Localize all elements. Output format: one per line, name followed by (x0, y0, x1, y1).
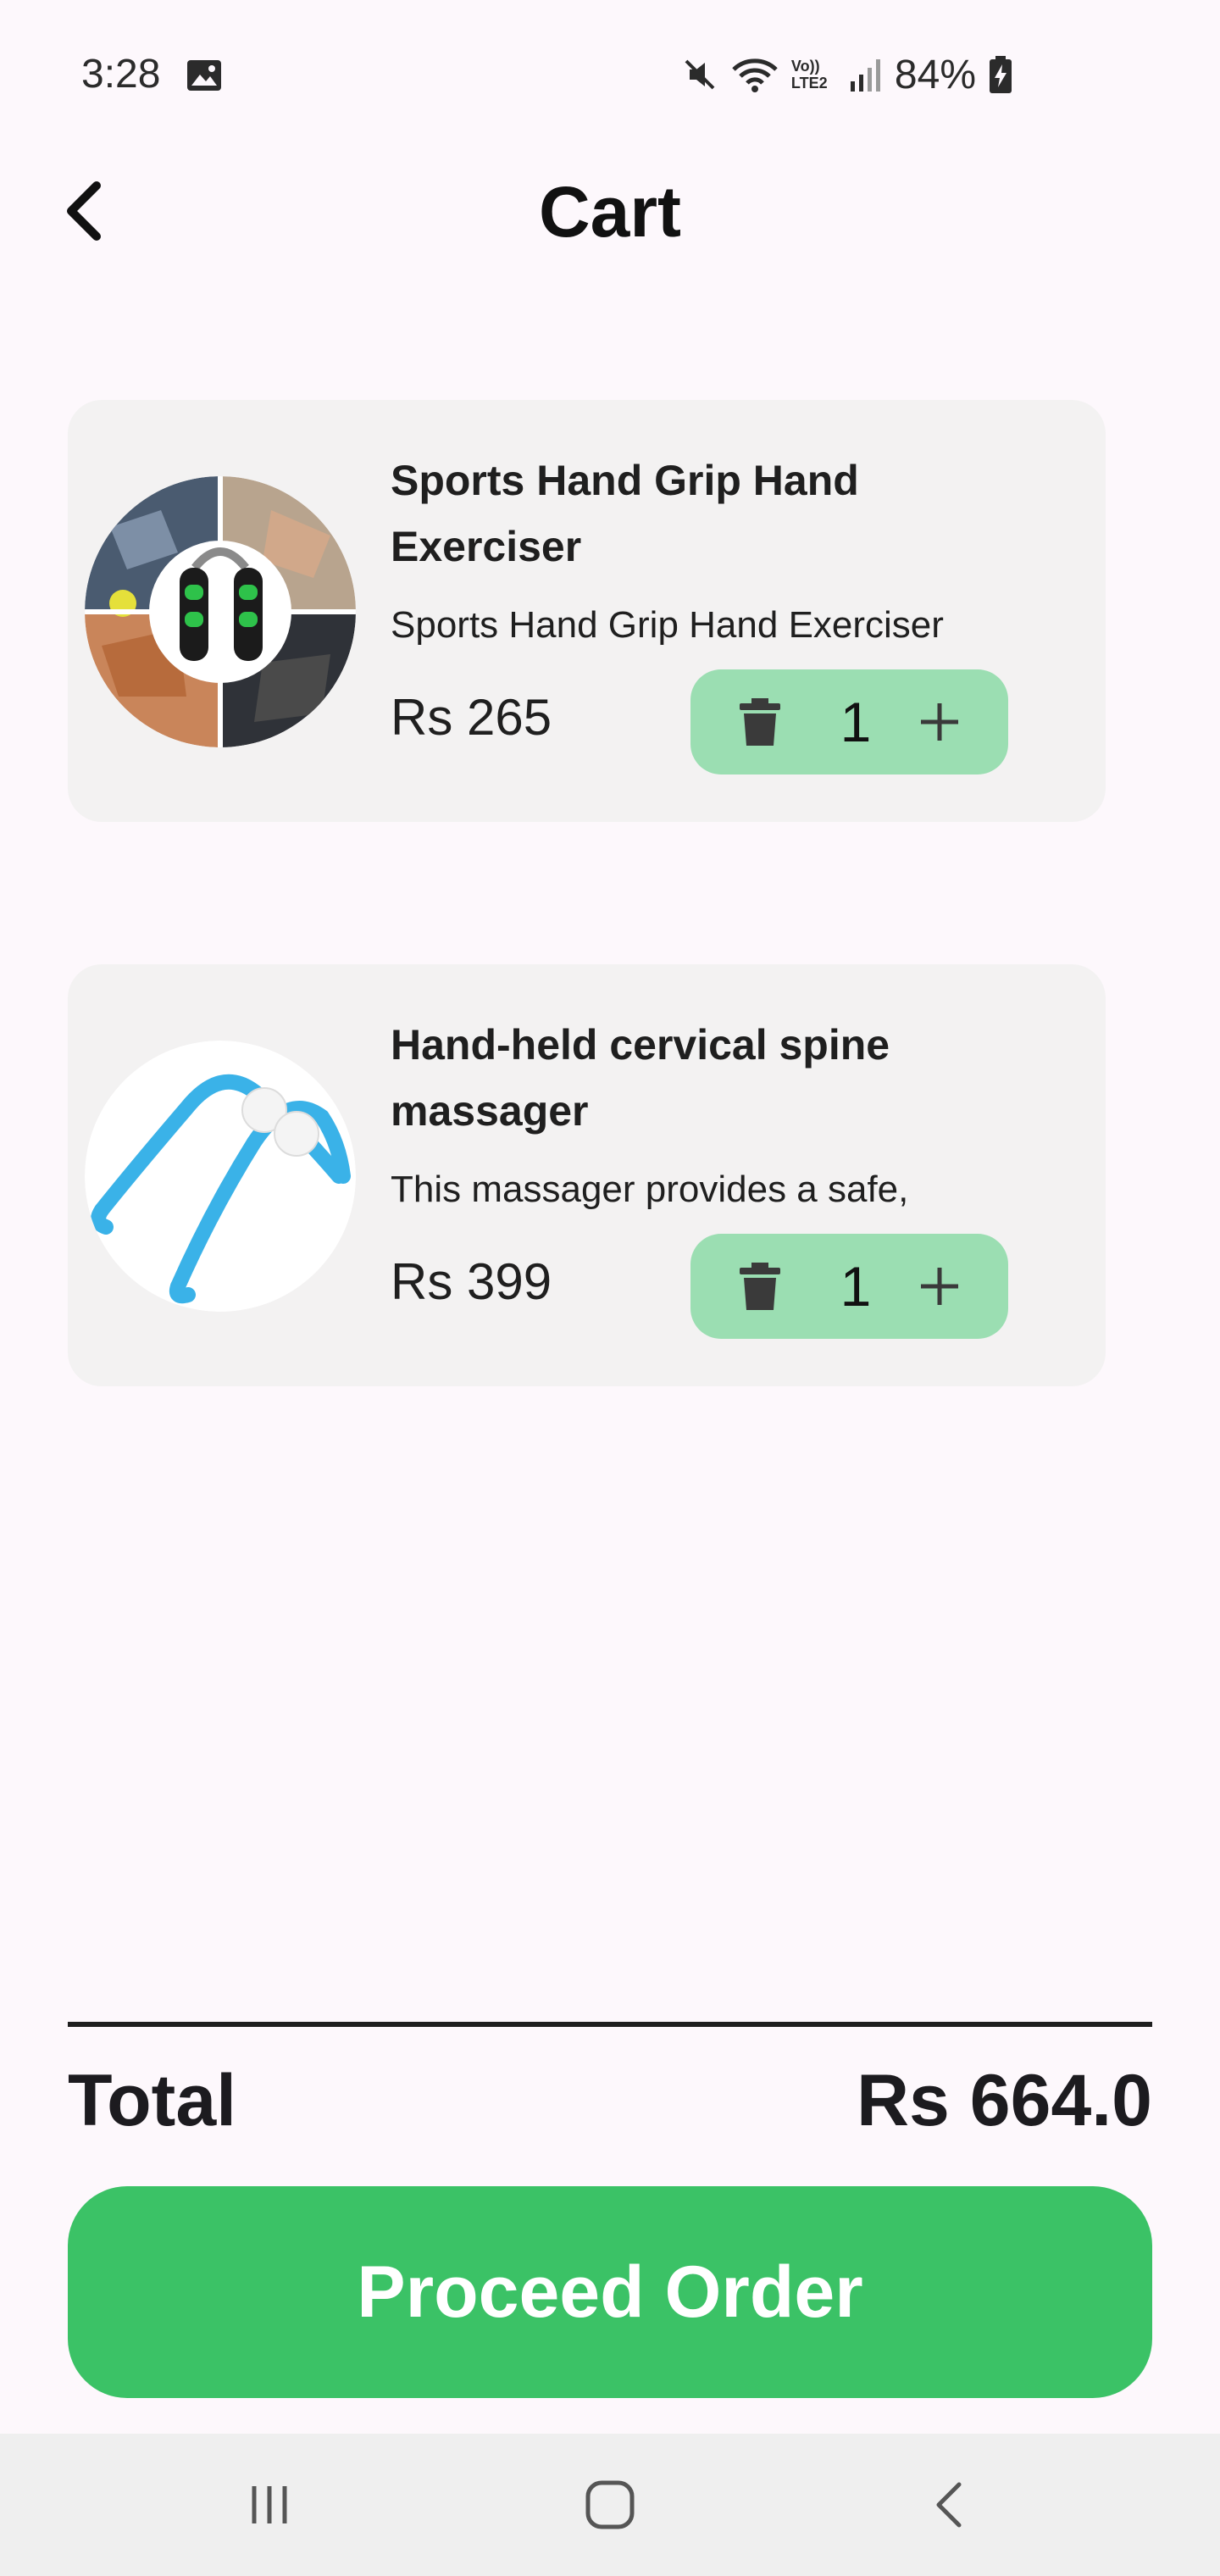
status-time: 3:28 (81, 52, 161, 97)
battery-percent: 84% (894, 52, 976, 97)
recents-icon (252, 2486, 287, 2523)
status-icons: Vo)) LTE2 84% (681, 49, 1013, 100)
home-button[interactable] (559, 2471, 661, 2539)
item-description: This massager provides a safe, (391, 1169, 909, 1210)
item-title: Sports Hand Grip Hand Exerciser (391, 457, 859, 570)
top-app-bar: Cart (0, 156, 1220, 266)
page-title: Cart (538, 172, 682, 252)
back-icon (936, 2482, 962, 2528)
volte-label: Vo)) LTE2 (790, 58, 828, 92)
cart-item-card: Hand-held cervical spine massager This m… (68, 964, 1106, 1386)
item-description: Sports Hand Grip Hand Exerciser (391, 604, 944, 646)
product-image (85, 476, 356, 747)
image-icon (187, 60, 221, 91)
quantity-value: 1 (840, 1255, 872, 1318)
wifi-icon (732, 58, 778, 92)
system-navigation-bar (0, 2434, 1220, 2576)
proceed-order-button[interactable]: Proceed Order (68, 2186, 1152, 2398)
cart-item-card: Sports Hand Grip Hand Exerciser Sports H… (68, 400, 1106, 822)
quantity-value: 1 (840, 691, 872, 753)
quantity-stepper: 1 (690, 669, 1008, 774)
trash-icon[interactable] (733, 695, 787, 749)
recents-button[interactable] (219, 2471, 320, 2539)
item-price: Rs 265 (391, 689, 552, 746)
cervical-massager-image (85, 1041, 356, 1312)
home-icon (585, 2480, 635, 2529)
quantity-stepper: 1 (690, 1234, 1008, 1339)
plus-icon[interactable] (912, 1259, 967, 1313)
signal-icon (850, 59, 880, 92)
mute-icon (685, 59, 715, 90)
total-value: Rs 664.0 (856, 2060, 1152, 2141)
plus-icon[interactable] (912, 695, 967, 749)
item-title: Hand-held cervical spine massager (391, 1021, 890, 1135)
battery-charging-icon (990, 56, 1012, 93)
hand-grip-exerciser-image (85, 476, 356, 747)
nav-back-button[interactable] (900, 2471, 1001, 2539)
trash-icon[interactable] (733, 1259, 787, 1313)
product-image (85, 1041, 356, 1312)
total-label: Total (68, 2060, 237, 2141)
item-price: Rs 399 (391, 1253, 552, 1310)
status-bar: 3:28 Vo)) LTE2 84% (0, 0, 1220, 156)
divider (68, 2022, 1152, 2027)
